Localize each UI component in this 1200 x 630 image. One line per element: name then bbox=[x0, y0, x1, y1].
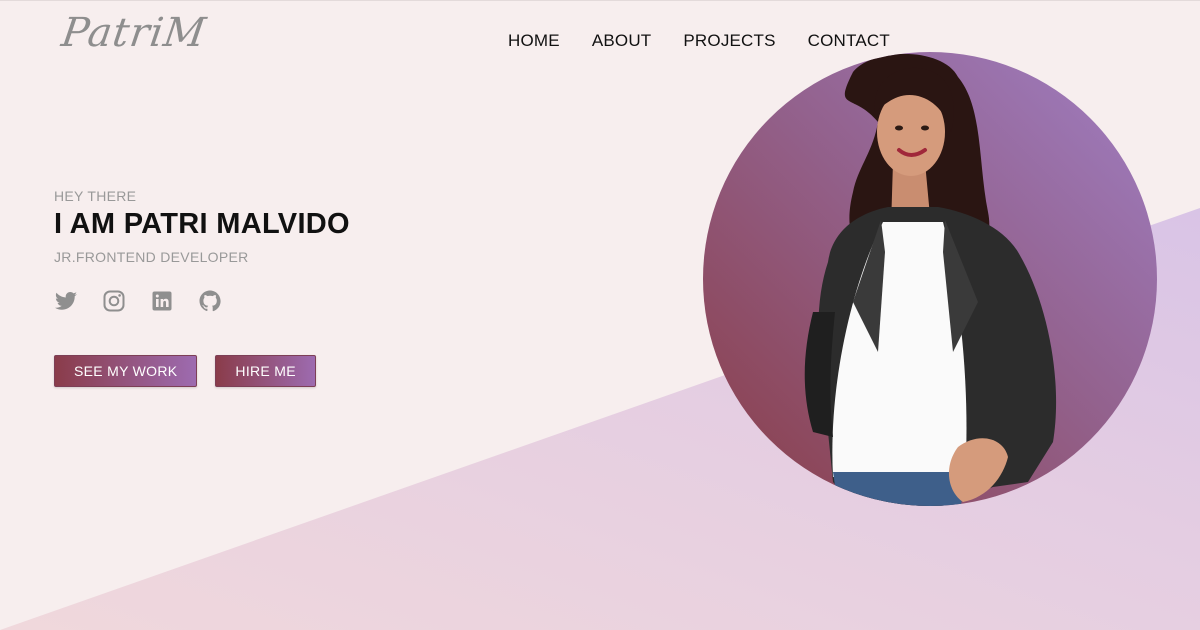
linkedin-icon[interactable] bbox=[150, 289, 174, 313]
brand-logo[interactable]: PatriM bbox=[59, 10, 209, 56]
top-divider bbox=[0, 0, 1200, 1]
see-my-work-button[interactable]: SEE MY WORK bbox=[54, 355, 198, 387]
hero-greeting: HEY THERE bbox=[54, 188, 137, 204]
nav-about[interactable]: ABOUT bbox=[592, 31, 652, 51]
nav-contact[interactable]: CONTACT bbox=[808, 31, 890, 51]
profile-portrait bbox=[703, 52, 1157, 506]
main-nav: HOME ABOUT PROJECTS CONTACT bbox=[508, 31, 890, 51]
social-links bbox=[54, 289, 350, 313]
hero-buttons: SEE MY WORK HIRE ME bbox=[54, 355, 350, 387]
instagram-icon[interactable] bbox=[102, 289, 126, 313]
hire-me-button[interactable]: HIRE ME bbox=[215, 355, 316, 387]
twitter-icon[interactable] bbox=[54, 289, 78, 313]
github-icon[interactable] bbox=[198, 289, 222, 313]
hero-name: I AM PATRI MALVIDO bbox=[54, 208, 350, 240]
portrait-illustration bbox=[804, 53, 1057, 506]
nav-projects[interactable]: PROJECTS bbox=[683, 31, 775, 51]
hero-role: JR.FRONTEND DEVELOPER bbox=[54, 249, 249, 265]
hero-section: HEY THERE I AM PATRI MALVIDO JR.FRONTEND… bbox=[54, 188, 350, 387]
nav-home[interactable]: HOME bbox=[508, 31, 560, 51]
